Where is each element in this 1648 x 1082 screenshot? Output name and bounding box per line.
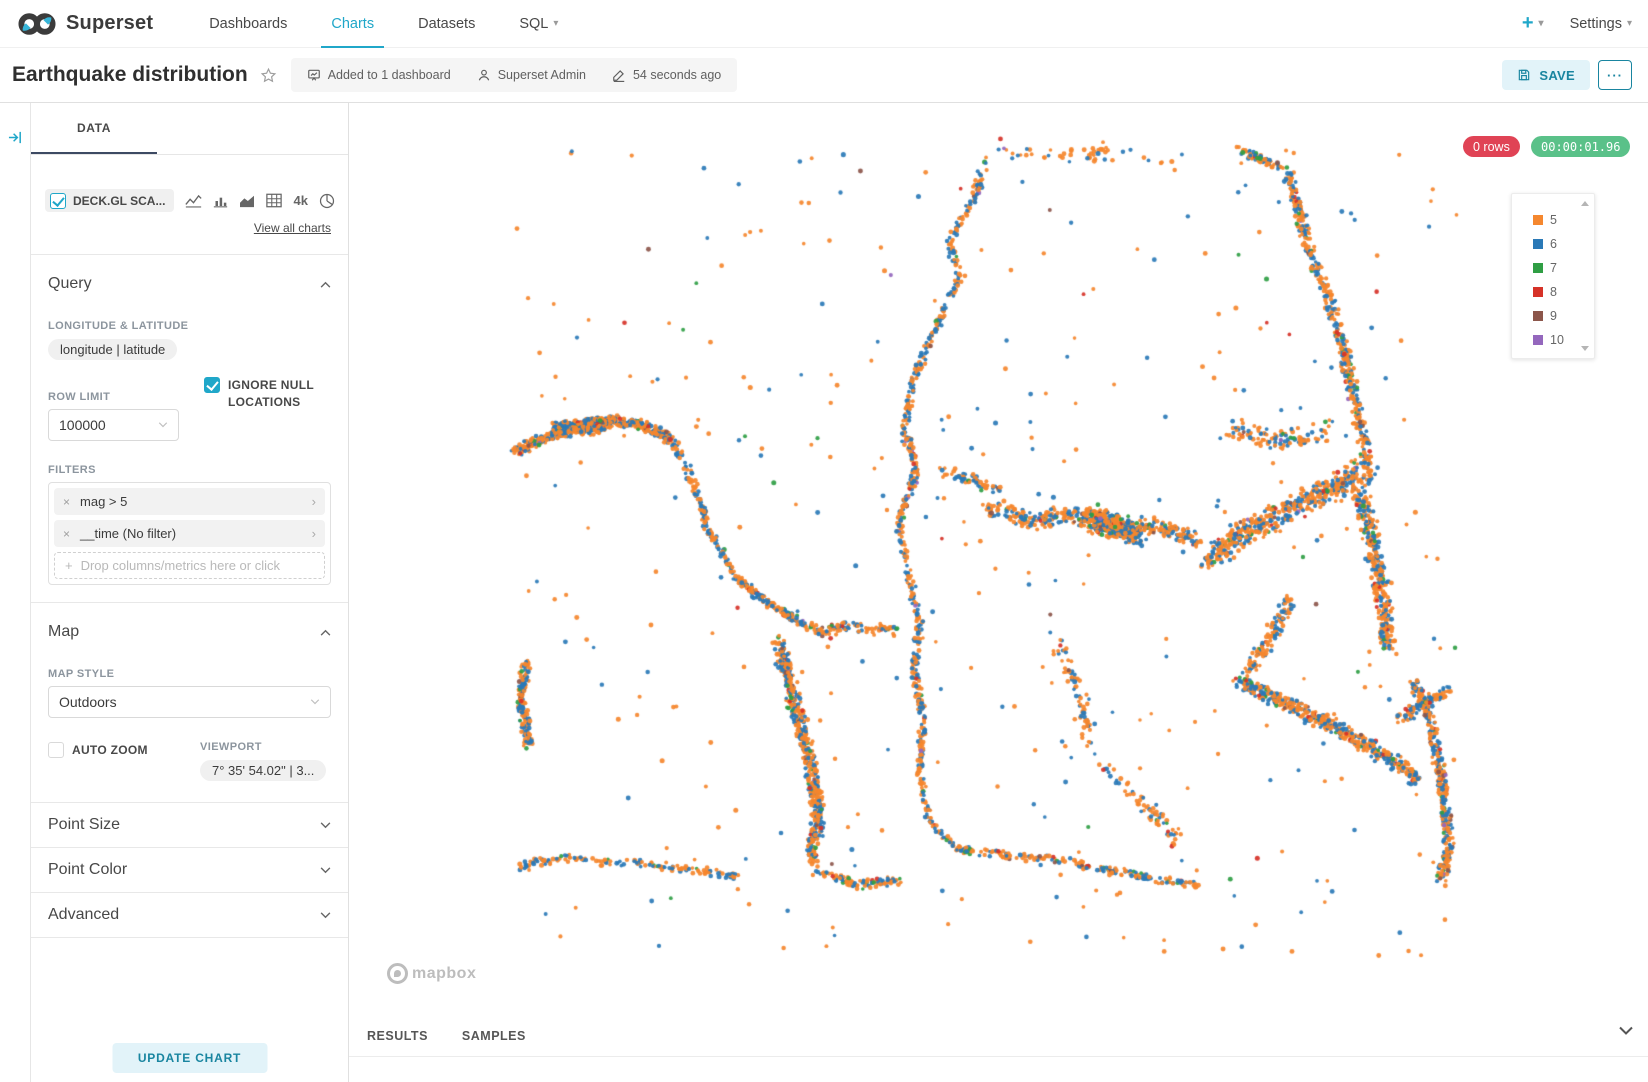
last-modified-meta[interactable]: 54 seconds ago	[612, 68, 721, 82]
map-style-label: MAP STYLE	[48, 668, 331, 680]
save-button[interactable]: SAVE	[1502, 60, 1590, 90]
dataset-selector[interactable]: DECK.GL SCA...	[45, 189, 174, 212]
nav-datasets[interactable]: Datasets	[416, 0, 477, 48]
chevron-down-icon	[320, 912, 331, 919]
legend-scroll-up-icon[interactable]	[1581, 201, 1589, 206]
chevron-down-icon	[320, 867, 331, 874]
viewport-label: VIEWPORT	[200, 741, 331, 753]
map-section-header[interactable]: Map	[31, 623, 348, 641]
settings-menu[interactable]: Settings ▾	[1570, 16, 1632, 32]
chevron-down-icon	[310, 699, 320, 705]
tab-data[interactable]: DATA	[31, 103, 157, 154]
legend-swatch	[1533, 335, 1543, 345]
map-style-select[interactable]: Outdoors	[48, 686, 331, 718]
chevron-down-icon: ▾	[553, 18, 558, 29]
viewport-pill[interactable]: 7° 35' 54.02" | 3...	[200, 760, 326, 781]
remove-filter-icon[interactable]: ×	[63, 527, 70, 541]
top-nav: Superset Dashboards Charts Datasets SQL …	[0, 0, 1648, 48]
more-actions-button[interactable]: ···	[1598, 60, 1632, 90]
query-section-header[interactable]: Query	[31, 275, 348, 293]
auto-zoom-label: AUTO ZOOM	[72, 742, 148, 759]
dashboards-meta[interactable]: Added to 1 dashboard	[307, 68, 451, 82]
filters-container: × mag > 5 › × __time (No filter) › + Dro…	[48, 482, 331, 585]
legend-swatch	[1533, 311, 1543, 321]
legend-swatch	[1533, 287, 1543, 297]
favorite-star-icon[interactable]	[260, 67, 277, 84]
panel-scroll: DECK.GL SCA... 4k View all charts Query …	[31, 155, 348, 1082]
legend-scroll-down-icon[interactable]	[1581, 346, 1589, 351]
point-color-section[interactable]: Point Color	[31, 848, 348, 893]
row-limit-select[interactable]: 100000	[48, 409, 179, 441]
new-button[interactable]: + ▾	[1522, 12, 1544, 35]
control-panel: DATA DECK.GL SCA... 4k View all charts	[31, 103, 349, 1082]
ignore-null-checkbox[interactable]	[204, 377, 220, 393]
legend-swatch	[1533, 215, 1543, 225]
chevron-down-icon: ▾	[1539, 18, 1544, 29]
chart-canvas-area: 0 rows 00:00:01.96 5 6 7 8 9 10 mapbox R…	[349, 103, 1648, 1082]
brand-name: Superset	[66, 12, 153, 35]
query-timer-badge: 00:00:01.96	[1531, 136, 1630, 157]
chart-header: Earthquake distribution Added to 1 dashb…	[0, 48, 1648, 103]
page-title: Earthquake distribution	[12, 63, 248, 87]
plus-icon: +	[65, 558, 73, 573]
chevron-right-icon: ›	[312, 494, 316, 509]
chevron-right-icon: ›	[312, 526, 316, 541]
chevron-up-icon	[320, 281, 331, 288]
chevron-down-icon	[158, 422, 168, 428]
map-legend: 5 6 7 8 9 10	[1511, 193, 1595, 359]
point-size-section[interactable]: Point Size	[31, 803, 348, 848]
filters-label: FILTERS	[48, 464, 331, 476]
panel-collapse-rail	[0, 103, 31, 1082]
nav-dashboards[interactable]: Dashboards	[207, 0, 289, 48]
legend-item[interactable]: 8	[1533, 280, 1594, 304]
row-count-badge: 0 rows	[1463, 136, 1520, 157]
panel-tabbar: DATA	[31, 103, 348, 155]
nav-charts[interactable]: Charts	[329, 0, 376, 48]
owner-meta[interactable]: Superset Admin	[477, 68, 586, 82]
user-icon	[477, 68, 491, 82]
legend-item[interactable]: 9	[1533, 304, 1594, 328]
superset-logo[interactable]: Superset	[16, 11, 153, 37]
view-all-charts-link[interactable]: View all charts	[31, 221, 331, 235]
legend-item[interactable]: 6	[1533, 232, 1594, 256]
dataset-checkbox[interactable]	[50, 193, 66, 209]
area-chart-icon[interactable]	[239, 194, 255, 208]
mapbox-icon	[387, 963, 408, 984]
nav-sql[interactable]: SQL ▾	[517, 0, 560, 48]
tab-samples[interactable]: SAMPLES	[462, 1029, 526, 1056]
advanced-section[interactable]: Advanced	[31, 893, 348, 938]
chevron-down-icon	[320, 822, 331, 829]
mapbox-attribution[interactable]: mapbox	[387, 963, 476, 984]
collapse-results-icon[interactable]	[1618, 1026, 1634, 1036]
ignore-null-label: IGNORE NULL LOCATIONS	[228, 377, 324, 441]
tab-results[interactable]: RESULTS	[367, 1029, 428, 1056]
update-chart-button[interactable]: UPDATE CHART	[112, 1043, 267, 1073]
bar-chart-icon[interactable]	[213, 194, 228, 208]
lonlat-label: LONGITUDE & LATITUDE	[48, 320, 331, 332]
map-canvas[interactable]	[349, 103, 1647, 1015]
dashboard-icon	[307, 68, 321, 82]
pie-chart-icon[interactable]	[319, 193, 335, 209]
filter-pill-time[interactable]: × __time (No filter) ›	[54, 520, 325, 547]
lonlat-pill[interactable]: longitude | latitude	[48, 339, 177, 360]
chevron-down-icon: ▾	[1627, 18, 1632, 29]
legend-swatch	[1533, 239, 1543, 249]
collapse-panel-icon[interactable]	[8, 130, 23, 145]
legend-item[interactable]: 7	[1533, 256, 1594, 280]
filter-pill-mag[interactable]: × mag > 5 ›	[54, 488, 325, 515]
table-icon[interactable]	[266, 193, 282, 208]
save-floppy-icon	[1517, 68, 1531, 82]
results-panel: RESULTS SAMPLES	[349, 1015, 1648, 1082]
legend-item[interactable]: 5	[1533, 208, 1594, 232]
line-chart-icon[interactable]	[185, 194, 202, 208]
legend-swatch	[1533, 263, 1543, 273]
superset-infinity-icon	[16, 11, 58, 37]
filter-drop-zone[interactable]: + Drop columns/metrics here or click	[54, 552, 325, 579]
pencil-icon	[612, 68, 626, 82]
chart-count-badge[interactable]: 4k	[293, 193, 307, 208]
chevron-up-icon	[320, 629, 331, 636]
auto-zoom-checkbox[interactable]	[48, 742, 64, 758]
remove-filter-icon[interactable]: ×	[63, 495, 70, 509]
chart-meta-bar: Added to 1 dashboard Superset Admin 54 s…	[291, 58, 738, 92]
